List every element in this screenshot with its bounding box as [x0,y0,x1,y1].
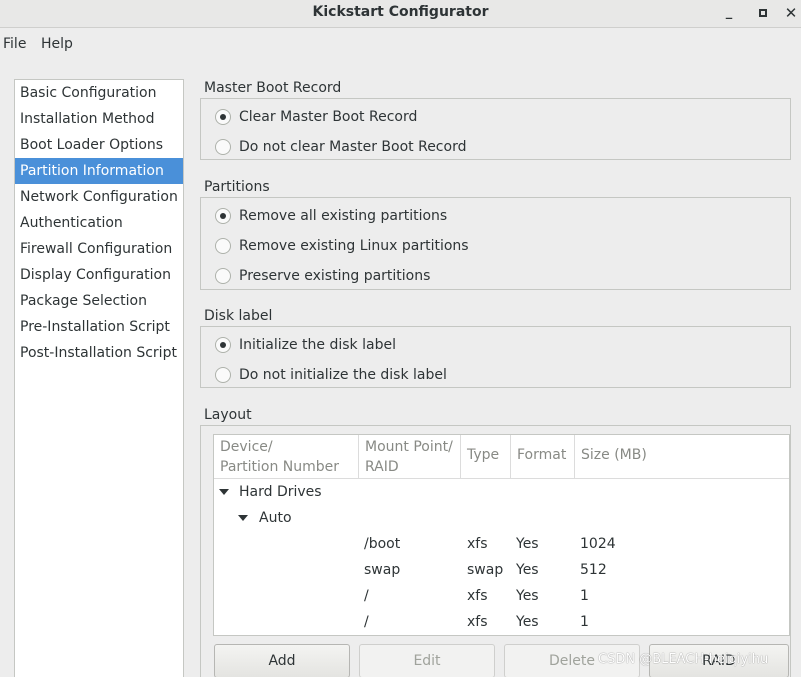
row-2-size[interactable]: 512 [580,557,607,583]
radio-checked-icon[interactable] [215,109,231,125]
radio-checked-icon[interactable] [215,208,231,224]
expander-down-icon[interactable] [219,489,229,495]
partitions-option-remove-all-label: Remove all existing partitions [239,208,448,224]
sidebar-item-boot-loader-options[interactable]: Boot Loader Options [15,132,183,158]
row-4-mount[interactable]: / [364,609,369,635]
radio-unchecked-icon[interactable] [215,139,231,155]
close-icon[interactable]: ✕ [781,3,801,23]
row-3-mount[interactable]: / [364,583,369,609]
sidebar-item-pre-installation-script[interactable]: Pre-Installation Script [15,314,183,340]
row-1-type[interactable]: xfs [467,531,488,557]
maximize-icon[interactable] [753,3,773,23]
partitions-option-remove-linux-label: Remove existing Linux partitions [239,238,469,254]
tree-node-hard-drives[interactable]: Hard Drives [239,479,322,505]
tree-node-auto[interactable]: Auto [259,505,292,531]
edit-button[interactable]: Edit [359,644,495,677]
disklabel-option-initialize-label: Initialize the disk label [239,337,396,353]
add-button[interactable]: Add [214,644,350,677]
sidebar-item-post-installation-script[interactable]: Post-Installation Script [15,340,183,366]
column-header-mount-point[interactable]: Mount Point/ RAID [359,435,461,479]
watermark: CSDN @BLEACH-heiqiyihu [598,652,769,667]
radio-unchecked-icon[interactable] [215,367,231,383]
sidebar-item-package-selection[interactable]: Package Selection [15,288,183,314]
row-1-size[interactable]: 1024 [580,531,616,557]
sidebar: Basic Configuration Installation Method … [14,79,184,677]
minimize-icon[interactable]: _ [719,3,739,23]
radio-unchecked-icon[interactable] [215,268,231,284]
partitions-option-preserve-label: Preserve existing partitions [239,268,431,284]
sidebar-item-basic-configuration[interactable]: Basic Configuration [15,80,183,106]
row-2-type[interactable]: swap [467,557,503,583]
layout-title: Layout [204,407,254,423]
sidebar-item-display-configuration[interactable]: Display Configuration [15,262,183,288]
window-title: Kickstart Configurator [312,4,489,20]
sidebar-item-partition-information[interactable]: Partition Information [15,158,183,184]
disklabel-title: Disk label [204,308,275,324]
column-header-mount-line1: Mount Point/ [365,439,453,455]
sidebar-item-installation-method[interactable]: Installation Method [15,106,183,132]
row-3-format[interactable]: Yes [516,583,539,609]
partitions-title: Partitions [204,179,272,195]
column-header-type[interactable]: Type [461,435,511,479]
menu-file[interactable]: File [3,36,26,52]
sidebar-item-network-configuration[interactable]: Network Configuration [15,184,183,210]
row-1-format[interactable]: Yes [516,531,539,557]
disklabel-option-do-not-initialize-label: Do not initialize the disk label [239,367,447,383]
sidebar-item-authentication[interactable]: Authentication [15,210,183,236]
row-3-type[interactable]: xfs [467,583,488,609]
column-header-mount-line2: RAID [365,459,399,475]
radio-checked-icon[interactable] [215,337,231,353]
menu-bar: File Help [0,29,801,61]
menu-help[interactable]: Help [41,36,73,52]
row-4-type[interactable]: xfs [467,609,488,635]
row-2-format[interactable]: Yes [516,557,539,583]
sidebar-item-firewall-configuration[interactable]: Firewall Configuration [15,236,183,262]
column-header-device-line1: Device/ [220,439,273,455]
row-3-size[interactable]: 1 [580,583,589,609]
column-header-format[interactable]: Format [511,435,575,479]
row-4-format[interactable]: Yes [516,609,539,635]
column-header-size[interactable]: Size (MB) [575,435,789,479]
radio-unchecked-icon[interactable] [215,238,231,254]
mbr-title: Master Boot Record [204,80,344,96]
expander-down-icon[interactable] [238,515,248,521]
column-header-device-line2: Partition Number [220,459,340,475]
row-4-size[interactable]: 1 [580,609,589,635]
row-2-mount[interactable]: swap [364,557,400,583]
title-bar: Kickstart Configurator _ ✕ [0,0,801,28]
mbr-option-clear-label: Clear Master Boot Record [239,109,418,125]
row-1-mount[interactable]: /boot [364,531,400,557]
partition-table[interactable]: Device/ Partition Number Mount Point/ RA… [213,434,790,636]
column-header-device[interactable]: Device/ Partition Number [214,435,359,479]
mbr-option-do-not-clear-label: Do not clear Master Boot Record [239,139,467,155]
